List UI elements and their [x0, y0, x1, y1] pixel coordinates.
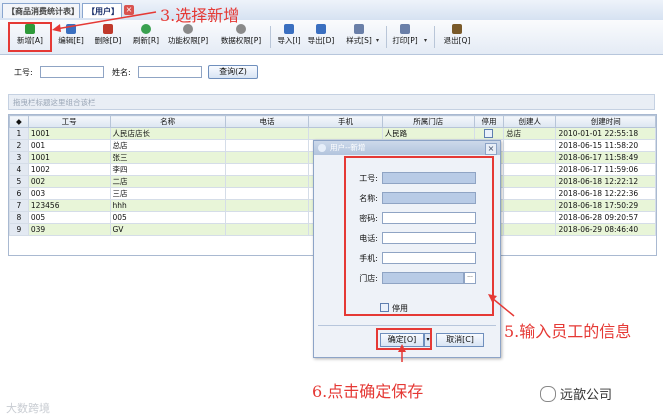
annotation-arrows: [52, 11, 515, 362]
annotation-step5: 5.输入员工的信息: [504, 322, 632, 341]
annotation-step3: 3.选择新增: [160, 6, 240, 25]
watermark-left: 大数跨境: [6, 402, 50, 415]
wechat-icon: [540, 386, 556, 402]
arrow-step5: [491, 297, 515, 317]
arrow-step3: [55, 11, 157, 30]
arrow-step3-head: [52, 24, 61, 32]
annotation-step6: 6.点击确定保存: [312, 382, 424, 401]
highlight-ok-button: [376, 328, 432, 350]
watermark-right: 远歆公司: [560, 388, 613, 403]
highlight-form-fields: [344, 156, 494, 316]
